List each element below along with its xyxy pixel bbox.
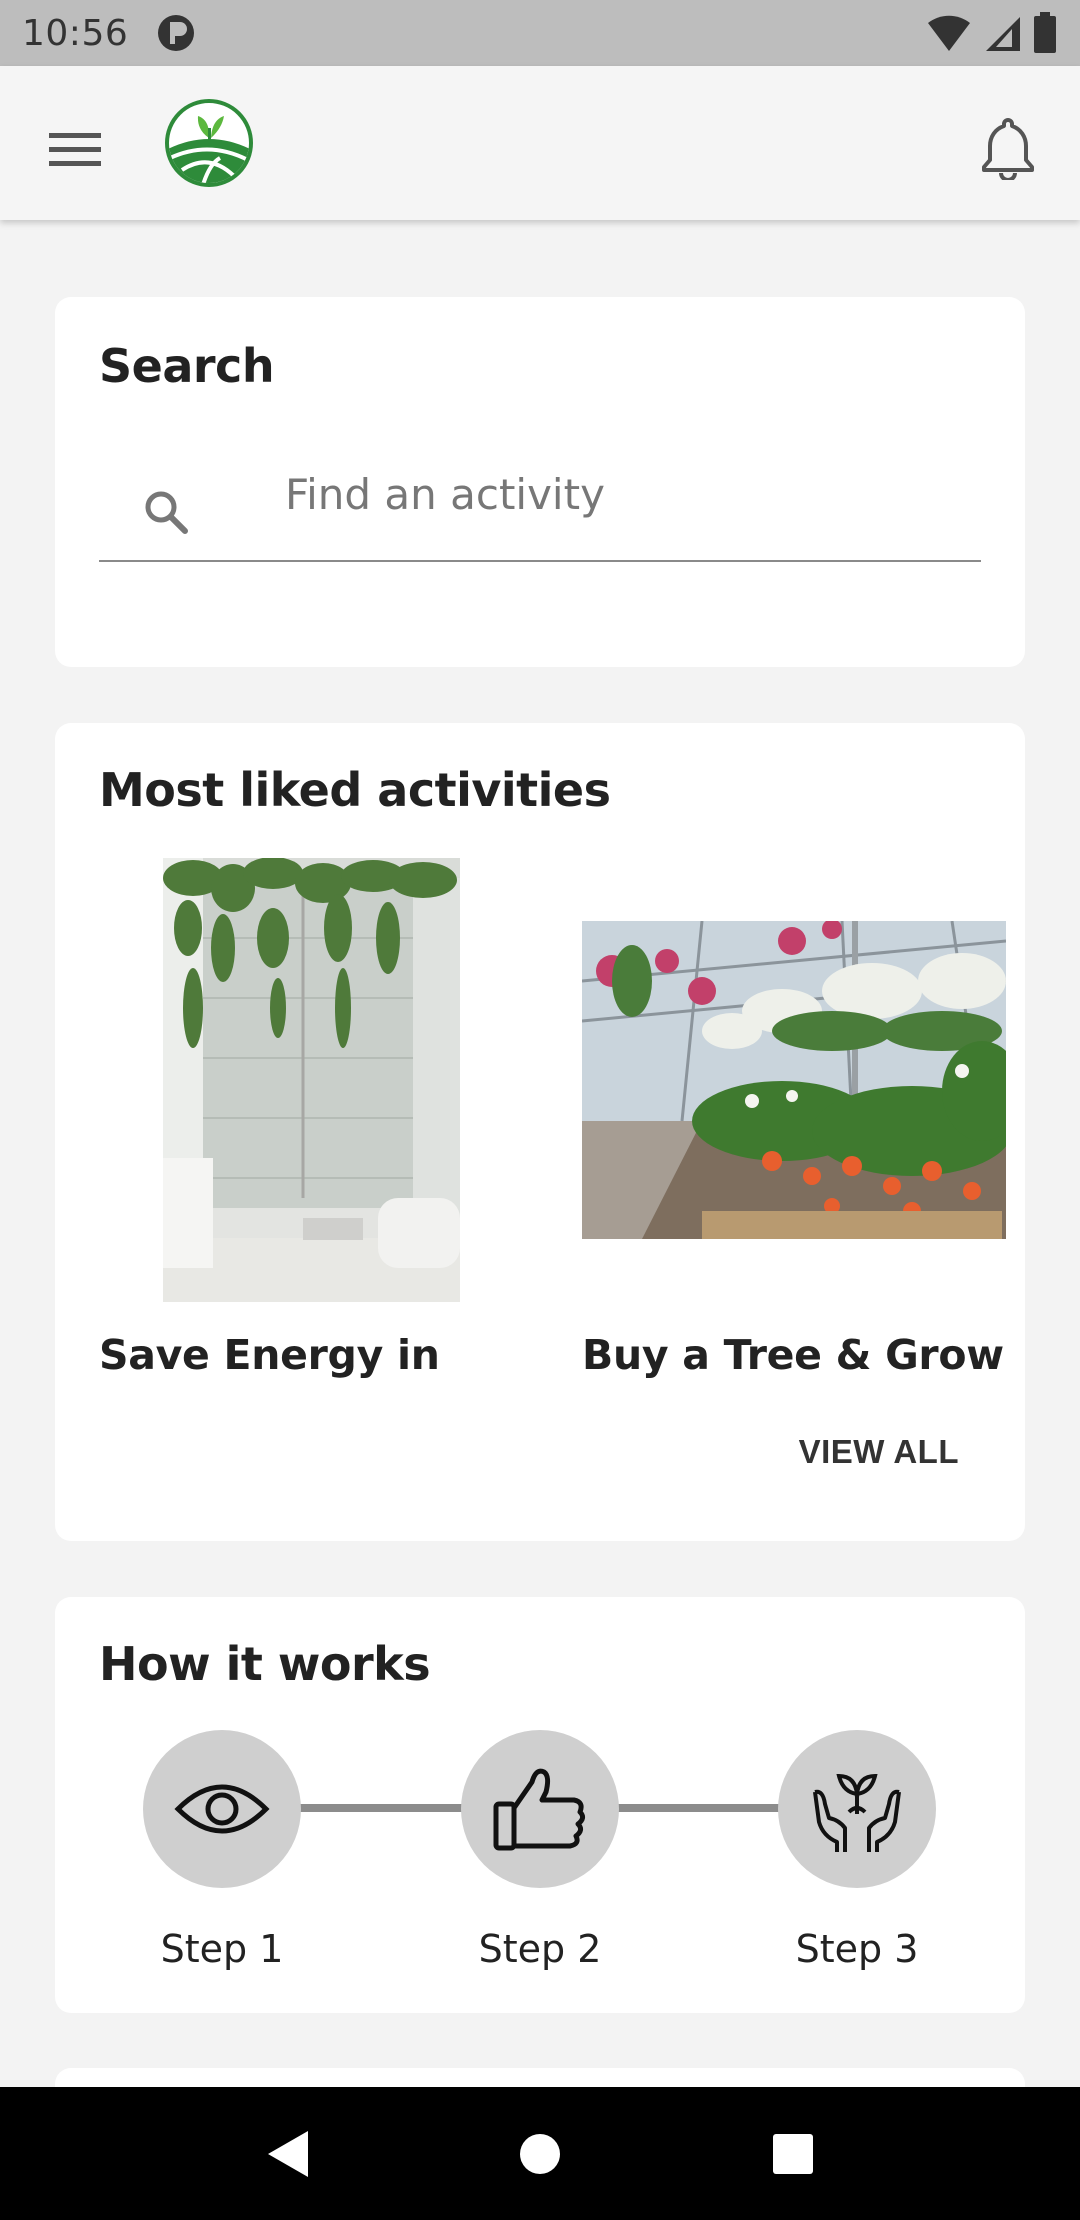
battery-icon <box>1034 12 1056 53</box>
activity-name: Buy a Tree & Grow <box>582 1331 1004 1379</box>
hamburger-menu-icon[interactable] <box>40 114 112 186</box>
activity-card[interactable]: Save Energy in <box>55 723 540 1403</box>
bell-icon[interactable] <box>966 106 1050 190</box>
activity-name: Save Energy in <box>99 1331 440 1379</box>
step-2-label: Step 2 <box>478 1927 602 1971</box>
system-nav-bar <box>0 2087 1080 2220</box>
signal-icon <box>986 17 1020 51</box>
search-input[interactable] <box>285 459 945 529</box>
app-screen: 10:56 Search Find an activity Most liked… <box>0 0 1080 2220</box>
step-3[interactable] <box>778 1730 936 1888</box>
thumbs-up-icon <box>493 1768 586 1851</box>
back-icon[interactable] <box>247 2114 327 2194</box>
wifi-icon <box>928 15 970 51</box>
recents-icon[interactable] <box>753 2114 833 2194</box>
home-icon[interactable] <box>500 2114 580 2194</box>
most-liked-card: Most liked activities Save Energy in Buy… <box>55 723 1025 1541</box>
farm-leaf-logo <box>165 99 253 187</box>
status-icons <box>926 12 1058 54</box>
view-all-button[interactable]: VIEW ALL <box>799 1433 959 1471</box>
greenhouse-flowers-photo <box>582 921 1006 1239</box>
search-field[interactable] <box>99 437 981 562</box>
eye-icon <box>174 1784 270 1834</box>
app-notification-icon <box>158 15 195 51</box>
step-1-label: Step 1 <box>160 1927 284 1971</box>
how-it-works-title: How it works <box>99 1637 431 1691</box>
bathroom-shower-plants-photo <box>163 858 460 1302</box>
step-2[interactable] <box>461 1730 619 1888</box>
hands-plant-icon <box>813 1773 901 1852</box>
search-icon <box>145 491 188 534</box>
step-3-label: Step 3 <box>795 1927 919 1971</box>
search-card: Search <box>55 297 1025 667</box>
how-it-works-card: How it works Step 1 Step 2 Step 3 <box>55 1597 1025 2013</box>
step-1[interactable] <box>143 1730 301 1888</box>
status-time: 10:56 <box>22 12 129 54</box>
status-bar: 10:56 <box>0 0 1080 66</box>
search-title: Search <box>99 339 275 393</box>
activity-card[interactable]: Buy a Tree & Grow <box>540 723 1025 1403</box>
app-bar <box>0 66 1080 220</box>
